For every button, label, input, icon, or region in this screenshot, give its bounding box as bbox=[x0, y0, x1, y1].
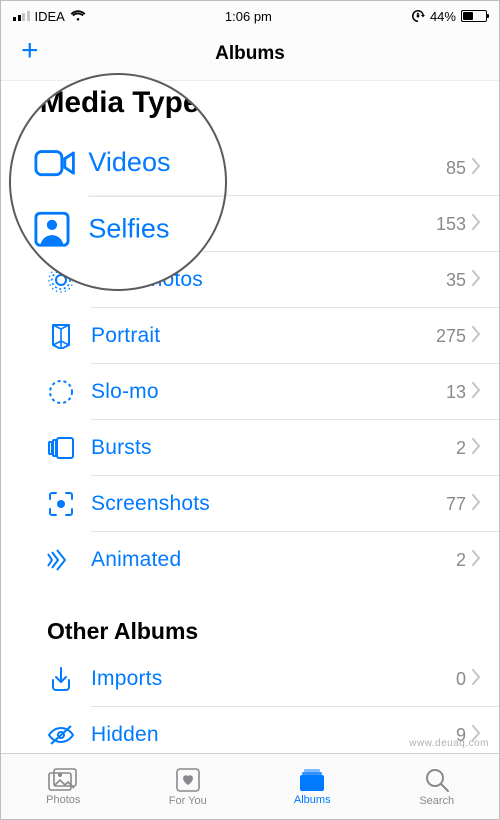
other-row-imports[interactable]: Imports 0 bbox=[1, 651, 499, 707]
mag-header: Media Types bbox=[9, 77, 227, 131]
row-count: 13 bbox=[446, 382, 472, 403]
row-label: Bursts bbox=[91, 436, 456, 460]
bursts-icon bbox=[1, 436, 91, 460]
wifi-icon bbox=[70, 10, 86, 22]
selfie-icon bbox=[34, 212, 88, 247]
photos-icon bbox=[48, 768, 78, 792]
row-count: 85 bbox=[446, 158, 472, 179]
portrait-icon bbox=[1, 323, 91, 349]
nav-bar: + Albums bbox=[1, 27, 499, 81]
chevron-right-icon bbox=[472, 669, 481, 690]
chevron-right-icon bbox=[472, 550, 481, 571]
row-label: Animated bbox=[91, 548, 456, 572]
mag-label: Selfies bbox=[88, 214, 169, 245]
tab-photos[interactable]: Photos bbox=[1, 754, 126, 819]
media-row-slomo[interactable]: Slo-mo 13 bbox=[1, 364, 499, 420]
rotation-lock-icon bbox=[411, 9, 425, 23]
chevron-right-icon bbox=[472, 494, 481, 515]
battery-icon bbox=[461, 10, 487, 22]
tab-label: Photos bbox=[46, 794, 80, 806]
tab-label: Search bbox=[419, 795, 454, 807]
chevron-right-icon bbox=[472, 438, 481, 459]
row-count: 153 bbox=[436, 214, 472, 235]
chevron-right-icon bbox=[472, 158, 481, 179]
imports-icon bbox=[1, 666, 91, 692]
row-count: 0 bbox=[456, 669, 472, 690]
battery-pct-label: 44% bbox=[430, 9, 456, 24]
tab-label: Albums bbox=[294, 794, 331, 806]
mag-row-selfies: Selfies bbox=[9, 197, 227, 262]
mag-row-videos: Videos bbox=[9, 131, 227, 196]
row-count: 275 bbox=[436, 326, 472, 347]
mag-label: Videos bbox=[88, 148, 170, 179]
signal-bars-icon bbox=[13, 11, 30, 21]
watermark: www.deuaq.com bbox=[409, 738, 489, 749]
tab-label: For You bbox=[169, 795, 207, 807]
clock-label: 1:06 pm bbox=[225, 9, 272, 24]
chevron-right-icon bbox=[472, 382, 481, 403]
row-label: Hidden bbox=[91, 723, 456, 747]
search-icon bbox=[424, 767, 450, 793]
media-row-animated[interactable]: Animated 2 bbox=[1, 532, 499, 588]
tab-for-you[interactable]: For You bbox=[126, 754, 251, 819]
status-bar: IDEA 1:06 pm 44% bbox=[1, 1, 499, 27]
carrier-label: IDEA bbox=[35, 9, 65, 24]
tab-albums[interactable]: Albums bbox=[250, 754, 375, 819]
media-row-screenshots[interactable]: Screenshots 77 bbox=[1, 476, 499, 532]
row-count: 35 bbox=[446, 270, 472, 291]
magnifier-overlay: Media Types Videos Selfies bbox=[9, 73, 227, 291]
hidden-icon bbox=[1, 724, 91, 746]
tab-bar: Photos For You Albums Search bbox=[1, 753, 499, 819]
foryou-icon bbox=[175, 767, 201, 793]
screen: IDEA 1:06 pm 44% + Albums Media Types bbox=[0, 0, 500, 820]
video-icon bbox=[34, 148, 88, 178]
media-row-portrait[interactable]: Portrait 275 bbox=[1, 308, 499, 364]
chevron-right-icon bbox=[472, 270, 481, 291]
row-label: Imports bbox=[91, 667, 456, 691]
row-label: Portrait bbox=[91, 324, 436, 348]
row-label: Slo-mo bbox=[91, 380, 446, 404]
row-count: 2 bbox=[456, 438, 472, 459]
row-count: 2 bbox=[456, 550, 472, 571]
screenshot-icon bbox=[1, 491, 91, 517]
animated-icon bbox=[1, 548, 91, 572]
nav-title: Albums bbox=[215, 43, 285, 65]
albums-icon bbox=[297, 768, 327, 792]
section-header-other-albums: Other Albums bbox=[1, 588, 499, 651]
chevron-right-icon bbox=[472, 326, 481, 347]
row-count: 77 bbox=[446, 494, 472, 515]
add-button[interactable]: + bbox=[21, 41, 39, 61]
media-row-bursts[interactable]: Bursts 2 bbox=[1, 420, 499, 476]
row-label: Screenshots bbox=[91, 492, 446, 516]
slomo-icon bbox=[1, 379, 91, 405]
tab-search[interactable]: Search bbox=[375, 754, 500, 819]
chevron-right-icon bbox=[472, 214, 481, 235]
